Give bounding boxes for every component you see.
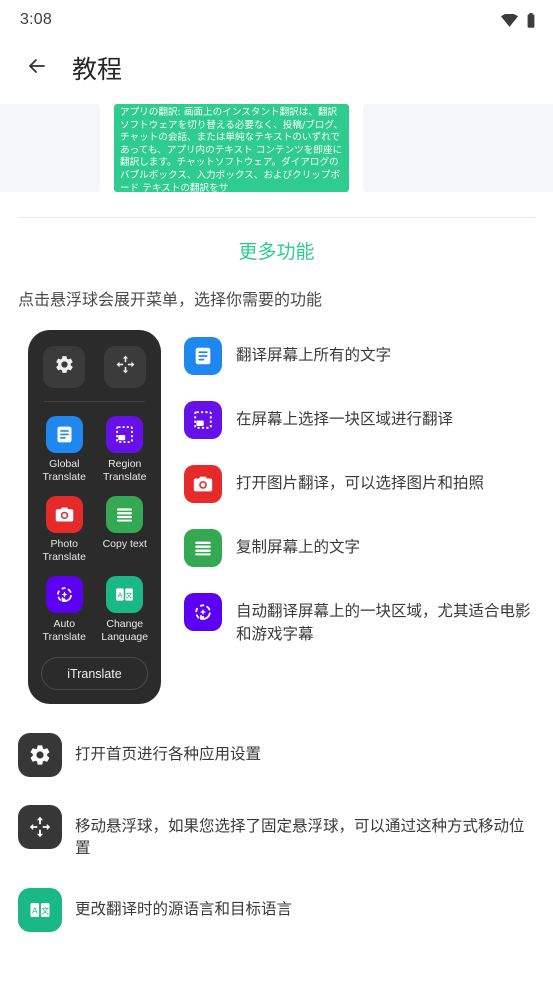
panel-separator [44,401,145,402]
section-title: 更多功能 [238,242,315,263]
svg-text:A: A [118,590,123,599]
feature-row-auto-translate: 自动翻译屏幕上的一块区域，尤其适合电影和游戏字幕 [184,593,539,646]
move-icon [115,354,136,380]
section-divider [18,217,535,218]
document-lines-icon [45,416,83,453]
tutorial-carousel[interactable]: アプリの翻訳: 画面上のインスタント翻訳は、翻訳ソフトウェアを切り替える必要なく… [0,104,553,206]
panel-item-label: Global Translate [42,458,86,483]
section-subtitle: 点击悬浮球会展开菜单，选择你需要的功能 [18,292,323,309]
auto-refresh-icon [184,593,222,631]
bottom-row-move: 移动悬浮球，如果您选择了固定悬浮球，可以通过这种方式移动位置 [18,805,539,860]
bottom-feature-list: 打开首页进行各种应用设置 移动悬浮球，如果您选择了固定悬浮球，可以通过这种方式移… [0,733,553,932]
panel-move-button[interactable] [104,346,146,388]
region-select-icon [106,416,144,453]
feature-row-region-translate: 在屏幕上选择一块区域进行翻译 [184,401,539,439]
panel-item-change-language[interactable]: A文 Change Language [100,576,151,643]
feature-description: 翻译屏幕上所有的文字 [236,347,392,364]
camera-icon [184,465,222,503]
text-lines-icon [184,529,222,567]
panel-items-grid: Global Translate Region Translate Photo Tra… [39,416,150,643]
battery-icon [527,12,535,28]
feature-row-copy-text: 复制屏幕上的文字 [184,529,539,567]
svg-text:文: 文 [41,905,49,915]
feature-description: 复制屏幕上的文字 [236,539,361,556]
svg-text:A: A [32,905,38,915]
back-button[interactable] [18,49,56,87]
panel-item-label: Region Translate [103,458,147,483]
back-arrow-icon [25,54,49,83]
main-content-row: Global Translate Region Translate Photo Tra… [0,330,553,704]
panel-item-label: Change Language [101,618,149,643]
camera-icon [45,496,83,533]
auto-refresh-icon [45,576,83,613]
panel-item-label: Photo Translate [42,538,86,563]
language-swap-icon: A文 [106,576,144,613]
bottom-description: 更改翻译时的源语言和目标语言 [75,901,293,918]
carousel-card-previous[interactable] [0,104,100,192]
bottom-description: 打开首页进行各种应用设置 [75,746,262,763]
carousel-card-current[interactable]: アプリの翻訳: 画面上のインスタント翻訳は、翻訳ソフトウェアを切り替える必要なく… [114,104,349,192]
status-bar: 3:08 [0,0,553,40]
panel-top-buttons [39,346,150,388]
text-lines-icon [106,496,144,533]
bottom-description: 移动悬浮球，如果您选择了固定悬浮球，可以通过这种方式移动位置 [75,818,525,857]
bottom-row-settings: 打开首页进行各种应用设置 [18,733,539,777]
panel-item-global-translate[interactable]: Global Translate [39,416,90,483]
language-swap-icon: A文 [18,888,62,932]
carousel-card-text: アプリの翻訳: 画面上のインスタント翻訳は、翻訳ソフトウェアを切り替える必要なく… [120,107,343,192]
app-bar: 教程 [0,40,553,96]
feature-description: 打开图片翻译，可以选择图片和拍照 [236,475,485,492]
feature-description: 在屏幕上选择一块区域进行翻译 [236,411,454,428]
carousel-track[interactable]: アプリの翻訳: 画面上のインスタント翻訳は、翻訳ソフトウェアを切り替える必要なく… [0,104,553,192]
feature-row-photo-translate: 打开图片翻译，可以选择图片和拍照 [184,465,539,503]
region-select-icon [184,401,222,439]
floating-ball-menu-panel: Global Translate Region Translate Photo Tra… [28,330,161,704]
status-icon-group [501,12,535,28]
feature-row-global-translate: 翻译屏幕上所有的文字 [184,337,539,375]
feature-list: 翻译屏幕上所有的文字 在屏幕上选择一块区域进行翻译 打开图片翻译，可以选择图片和… [161,330,539,646]
gear-icon [18,733,62,777]
panel-item-label: Copy text [102,538,147,550]
wifi-icon [501,13,518,27]
svg-text:文: 文 [126,590,133,599]
panel-item-photo-translate[interactable]: Photo Translate [39,496,90,563]
panel-item-auto-translate[interactable]: Auto Translate [39,576,90,643]
panel-item-copy-text[interactable]: Copy text [100,496,151,563]
panel-itranslate-label: iTranslate [67,666,122,681]
panel-item-label: Auto Translate [42,618,86,643]
status-clock: 3:08 [20,11,52,28]
move-icon [18,805,62,849]
panel-itranslate-button[interactable]: iTranslate [41,657,148,690]
document-lines-icon [184,337,222,375]
page-title: 教程 [72,56,123,84]
panel-settings-button[interactable] [43,346,85,388]
bottom-row-change-language: A文 更改翻译时的源语言和目标语言 [18,888,539,932]
carousel-card-next[interactable] [363,104,553,192]
feature-description: 自动翻译屏幕上的一块区域，尤其适合电影和游戏字幕 [236,603,531,643]
gear-icon [54,354,75,380]
panel-item-region-translate[interactable]: Region Translate [100,416,151,483]
